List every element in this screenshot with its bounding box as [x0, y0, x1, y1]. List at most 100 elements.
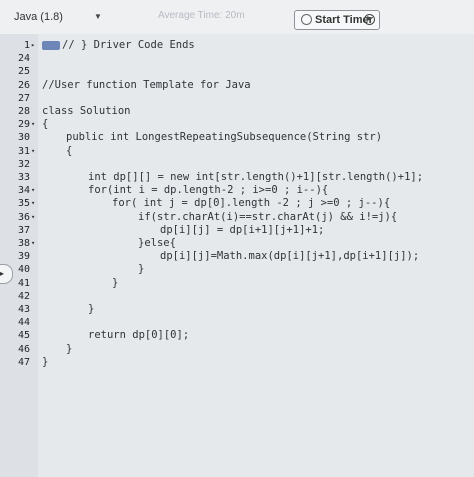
average-time-label: Average Time: 20m: [158, 10, 245, 21]
code-line-text: {: [66, 144, 73, 157]
code-text: int dp[][] = new int[str.length()+1][str…: [88, 171, 423, 184]
line-number: 29: [17, 119, 30, 131]
fold-expanded-icon[interactable]: ▾: [31, 197, 35, 210]
code-line-text: }: [66, 342, 73, 355]
code-text: dp[i][j]=Math.max(dp[i][j+1],dp[i+1][j])…: [160, 250, 419, 263]
fold-collapsed-icon[interactable]: ▸: [31, 39, 35, 52]
code-line[interactable]: 25: [0, 65, 474, 78]
code-line[interactable]: 44: [0, 316, 474, 329]
code-line[interactable]: 28 class Solution: [0, 105, 474, 118]
code-line[interactable]: 27: [0, 92, 474, 105]
code-text: }: [42, 356, 48, 369]
code-line[interactable]: 46}: [0, 343, 474, 356]
line-number: 1: [23, 40, 30, 51]
code-line[interactable]: 1 ▸ // } Driver Code Ends: [0, 39, 474, 52]
code-text: {: [66, 145, 72, 158]
code-line[interactable]: 34 ▾ for(int i = dp.length-2 ; i>=0 ; i--)…: [0, 184, 474, 197]
fold-expanded-icon[interactable]: ▾: [31, 184, 35, 197]
line-number: 26: [17, 79, 30, 91]
line-number: 40: [17, 264, 30, 276]
code-text: }: [112, 277, 118, 290]
line-number: 36: [17, 211, 30, 223]
code-line[interactable]: 40}: [0, 263, 474, 276]
line-number: 47: [17, 356, 30, 368]
code-line[interactable]: 39 dp[i][j]=Math.max(dp[i][j+1],dp[i+1][j…: [0, 250, 474, 263]
fold-expanded-icon[interactable]: ▾: [31, 145, 35, 158]
clock-icon: o: [301, 14, 312, 25]
code-line[interactable]: 38 ▾ }else{: [0, 237, 474, 250]
code-line-text: //User function Template for Java: [42, 78, 251, 91]
collapsed-region-icon[interactable]: [42, 40, 60, 50]
code-text: dp[i][j] = dp[i+1][j+1]+1;: [160, 224, 324, 237]
code-line[interactable]: 33 int dp[][] = new int[str.length()+1][s…: [0, 171, 474, 184]
code-line[interactable]: 31 ▾ {: [0, 145, 474, 158]
code-line[interactable]: 29 ▾ {: [0, 118, 474, 131]
editor-toolbar: Java (1.8) ▼ Average Time: 20m o Start T…: [0, 0, 474, 35]
line-number: 32: [17, 158, 30, 170]
code-line-text: return dp[0][0];: [88, 329, 190, 342]
line-number: 38: [17, 238, 30, 249]
code-text: if(str.charAt(i)==str.charAt(j) && i!=j)…: [138, 211, 397, 224]
line-number: 25: [17, 66, 30, 78]
line-number: 45: [17, 330, 30, 342]
code-text: }: [66, 343, 72, 356]
code-line-text: int dp[][] = new int[str.length()+1][str…: [88, 171, 424, 183]
code-line[interactable]: 47}: [0, 356, 474, 369]
language-select[interactable]: Java (1.8) ▼: [14, 7, 102, 27]
code-text: // } Driver Code Ends: [42, 39, 195, 52]
line-number: 24: [17, 53, 30, 65]
code-text: }: [138, 263, 144, 276]
code-line[interactable]: 43}: [0, 303, 474, 316]
code-line-text: class Solution: [42, 105, 131, 117]
code-text: for( int j = dp[0].length -2 ; j >=0 ; j…: [112, 197, 390, 210]
line-number: 35: [17, 198, 30, 210]
code-line[interactable]: 36 ▾ if(str.charAt(i)==str.charAt(j) && i!…: [0, 211, 474, 224]
code-line[interactable]: 42: [0, 290, 474, 303]
code-line[interactable]: 35 ▾ for( int j = dp[0].length -2 ; j >=0 …: [0, 197, 474, 210]
code-text: //User function Template for Java: [42, 79, 251, 92]
code-line-text: public int LongestRepeatingSubsequence(S…: [66, 131, 383, 144]
line-number: 41: [17, 277, 30, 289]
line-number: 31: [17, 145, 30, 157]
line-number: 33: [17, 172, 30, 183]
code-text: }: [88, 303, 94, 316]
code-line[interactable]: 45 return dp[0][0];: [0, 329, 474, 342]
code-line[interactable]: 26 //User function Template for Java: [0, 79, 474, 92]
line-number: 43: [17, 304, 30, 315]
code-editor[interactable]: ▸ 1 ▸ // } Driver Code Ends 24 25 26 //User fu…: [0, 34, 474, 477]
code-line[interactable]: 24: [0, 52, 474, 65]
code-line-text: if(str.charAt(i)==str.charAt(j) && i!=j)…: [138, 210, 398, 223]
fold-expanded-icon[interactable]: ▾: [31, 237, 35, 250]
code-line[interactable]: 41}: [0, 277, 474, 290]
code-text: public int LongestRepeatingSubsequence(S…: [66, 131, 382, 144]
code-line-text: for( int j = dp[0].length -2 ; j >=0 ; j…: [112, 197, 391, 210]
code-line-text: // } Driver Code Ends: [62, 39, 195, 51]
code-text: }else{: [138, 237, 176, 250]
start-timer-button[interactable]: o Start Timer ▶: [294, 10, 380, 30]
code-line-text: }else{: [138, 237, 176, 249]
code-line[interactable]: 32: [0, 158, 474, 171]
line-number: 30: [17, 132, 30, 144]
line-number: 42: [17, 290, 30, 302]
fold-expanded-icon[interactable]: ▾: [31, 118, 35, 131]
fold-expanded-icon[interactable]: ▾: [31, 211, 35, 224]
line-number: 34: [17, 185, 30, 197]
line-number: 44: [17, 317, 30, 329]
code-line[interactable]: 37 dp[i][j] = dp[i+1][j+1]+1;: [0, 224, 474, 237]
play-icon: ▶: [364, 14, 375, 25]
code-line-text: for(int i = dp.length-2 ; i>=0 ; i--){: [88, 184, 329, 197]
line-number: 46: [17, 343, 30, 355]
code-text: {: [42, 118, 48, 131]
line-number: 39: [17, 251, 30, 263]
code-line-text: }: [42, 355, 49, 368]
code-line-text: dp[i][j]=Math.max(dp[i][j+1],dp[i+1][j])…: [160, 250, 420, 263]
code-line-text: {: [42, 118, 49, 131]
code-line-text: }: [138, 263, 145, 276]
chevron-down-icon: ▼: [94, 12, 102, 21]
code-line[interactable]: 30 public int LongestRepeatingSubsequence…: [0, 131, 474, 144]
line-number: 37: [17, 224, 30, 236]
line-number: 28: [17, 106, 30, 117]
code-line-text: dp[i][j] = dp[i+1][j+1]+1;: [160, 223, 325, 236]
code-line-text: }: [88, 303, 95, 315]
code-text: return dp[0][0];: [88, 329, 189, 342]
